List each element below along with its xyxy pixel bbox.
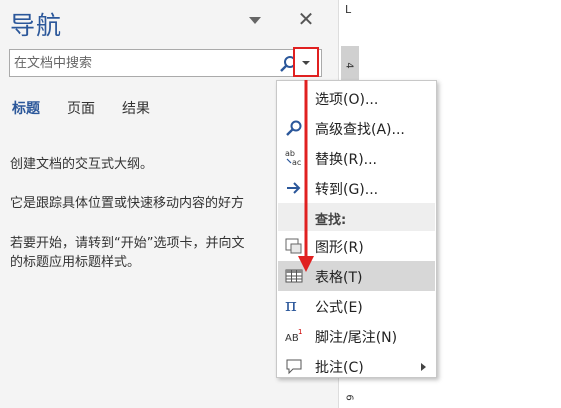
menu-item-advanced-find[interactable]: 高级查找(A)... bbox=[278, 113, 435, 143]
arrow-right-icon bbox=[287, 182, 301, 194]
help-text-line: 若要开始，请转到“开始”选项卡，并向文 bbox=[10, 236, 245, 251]
ruler-mark: 4 bbox=[343, 62, 355, 69]
search-icon bbox=[286, 120, 302, 136]
svg-text:ab: ab bbox=[285, 149, 295, 158]
tab-headings[interactable]: 标题 bbox=[12, 98, 40, 118]
menu-item-label: 图形(R) bbox=[315, 240, 364, 256]
footnote-icon: AB 1 bbox=[285, 328, 302, 344]
menu-item-label: 选项(O)... bbox=[315, 92, 379, 108]
svg-text:AB: AB bbox=[285, 333, 299, 344]
graphic-icon bbox=[285, 238, 302, 254]
section-label: 查找: bbox=[315, 213, 347, 228]
menu-item-label: 高级查找(A)... bbox=[315, 122, 405, 138]
pane-options-dropdown-icon[interactable] bbox=[246, 14, 264, 26]
menu-item-footnotes[interactable]: AB 1 脚注/尾注(N) bbox=[278, 321, 435, 351]
help-text-line: 创建文档的交互式大纲。 bbox=[10, 157, 154, 172]
menu-item-label: 转到(G)... bbox=[315, 182, 379, 198]
menu-item-comments[interactable]: 批注(C) bbox=[278, 351, 435, 381]
svg-text:1: 1 bbox=[298, 328, 302, 336]
pi-icon: π bbox=[285, 295, 297, 316]
menu-item-label: 表格(T) bbox=[315, 270, 363, 286]
menu-item-goto[interactable]: 转到(G)... bbox=[278, 173, 435, 203]
comment-icon bbox=[286, 359, 302, 375]
help-text-line: 的标题应用标题样式。 bbox=[10, 255, 141, 270]
replace-icon: ab ac bbox=[285, 149, 301, 167]
tab-selector-label: L bbox=[345, 3, 352, 16]
menu-item-label: 批注(C) bbox=[315, 360, 364, 376]
menu-item-equations[interactable]: π 公式(E) bbox=[278, 291, 435, 321]
search-input[interactable] bbox=[14, 54, 274, 72]
close-icon[interactable]: ✕ bbox=[296, 9, 316, 29]
tab-selector-icon[interactable]: L bbox=[340, 0, 360, 20]
find-section-header: 查找: bbox=[278, 203, 435, 231]
menu-item-tables[interactable]: 表格(T) bbox=[278, 261, 435, 291]
menu-item-options[interactable]: 选项(O)... bbox=[278, 83, 435, 113]
menu-item-replace[interactable]: ab ac 替换(R)... bbox=[278, 143, 435, 173]
tab-results[interactable]: 结果 bbox=[122, 98, 150, 118]
search-options-menu: 选项(O)... 高级查找(A)... ab ac 替换(R)... 转到(G)… bbox=[276, 80, 437, 378]
chevron-down-icon bbox=[302, 61, 310, 65]
menu-item-graphics[interactable]: 图形(R) bbox=[278, 231, 435, 261]
tab-pages[interactable]: 页面 bbox=[67, 98, 95, 118]
menu-item-label: 公式(E) bbox=[315, 300, 363, 316]
help-text-line: 它是跟踪具体位置或快速移动内容的好方 bbox=[10, 196, 245, 211]
menu-item-label: 替换(R)... bbox=[315, 152, 378, 168]
search-options-dropdown-button[interactable] bbox=[293, 47, 319, 77]
search-box bbox=[9, 49, 322, 77]
menu-item-label: 脚注/尾注(N) bbox=[315, 330, 398, 346]
ruler-mark: 6 bbox=[343, 394, 355, 401]
submenu-arrow-icon bbox=[421, 363, 426, 371]
table-icon bbox=[285, 269, 303, 283]
svg-text:ac: ac bbox=[292, 158, 301, 167]
pane-title: 导航 bbox=[10, 11, 63, 40]
